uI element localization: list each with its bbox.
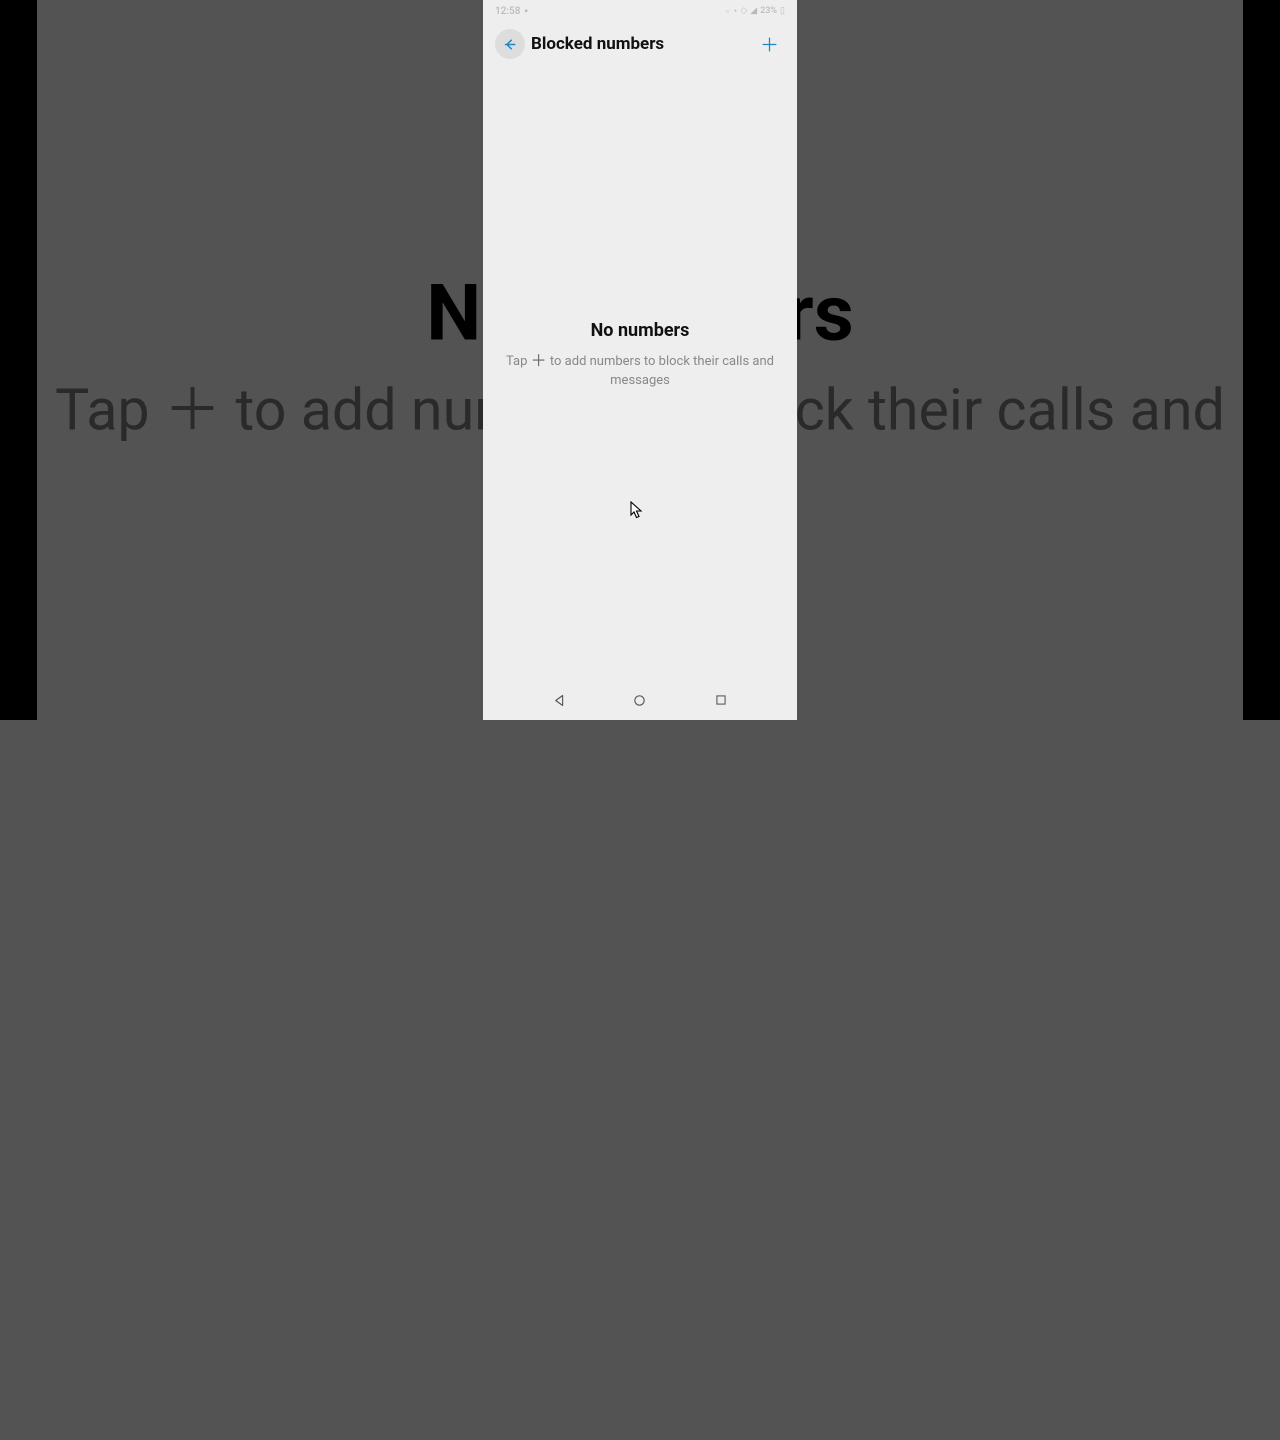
camera-indicator-icon: ▪ <box>524 6 528 17</box>
nav-home-button[interactable] <box>630 690 650 710</box>
empty-sub-prefix: Tap <box>506 354 531 369</box>
empty-sub-suffix: to add numbers to block their calls and … <box>547 354 774 388</box>
wifi-icon: ◇ <box>740 6 747 16</box>
nav-recent-button[interactable] <box>711 690 731 710</box>
empty-state-title: No numbers <box>591 320 690 341</box>
status-bar-left: 12:58 ▪ <box>495 6 528 17</box>
signal-icon: ◢ <box>750 6 757 16</box>
square-recent-icon <box>714 693 728 707</box>
nav-back-button[interactable] <box>549 690 569 710</box>
phone-frame: 12:58 ▪ ▫ ◔ ◇ ◢ 23% ▯ Blocked numbers <box>483 0 797 720</box>
letterbox-left <box>0 0 37 720</box>
battery-text: 23% <box>760 6 777 16</box>
plus-inline-icon: ＋ <box>531 349 547 372</box>
letterbox-right <box>1243 0 1280 720</box>
circle-home-icon <box>632 693 647 708</box>
status-time: 12:58 <box>495 6 520 17</box>
android-nav-bar <box>483 684 797 720</box>
triangle-back-icon <box>552 693 567 708</box>
battery-icon: ▯ <box>780 6 785 16</box>
status-bar: 12:58 ▪ ▫ ◔ ◇ ◢ 23% ▯ <box>483 0 797 22</box>
alarm-icon: ◔ <box>732 6 737 17</box>
empty-state-subtitle: Tap ＋ to add numbers to block their call… <box>501 348 779 391</box>
vibrate-icon: ▫ <box>726 6 729 17</box>
status-bar-right: ▫ ◔ ◇ ◢ 23% ▯ <box>726 6 785 17</box>
empty-state: No numbers Tap ＋ to add numbers to block… <box>483 26 797 684</box>
